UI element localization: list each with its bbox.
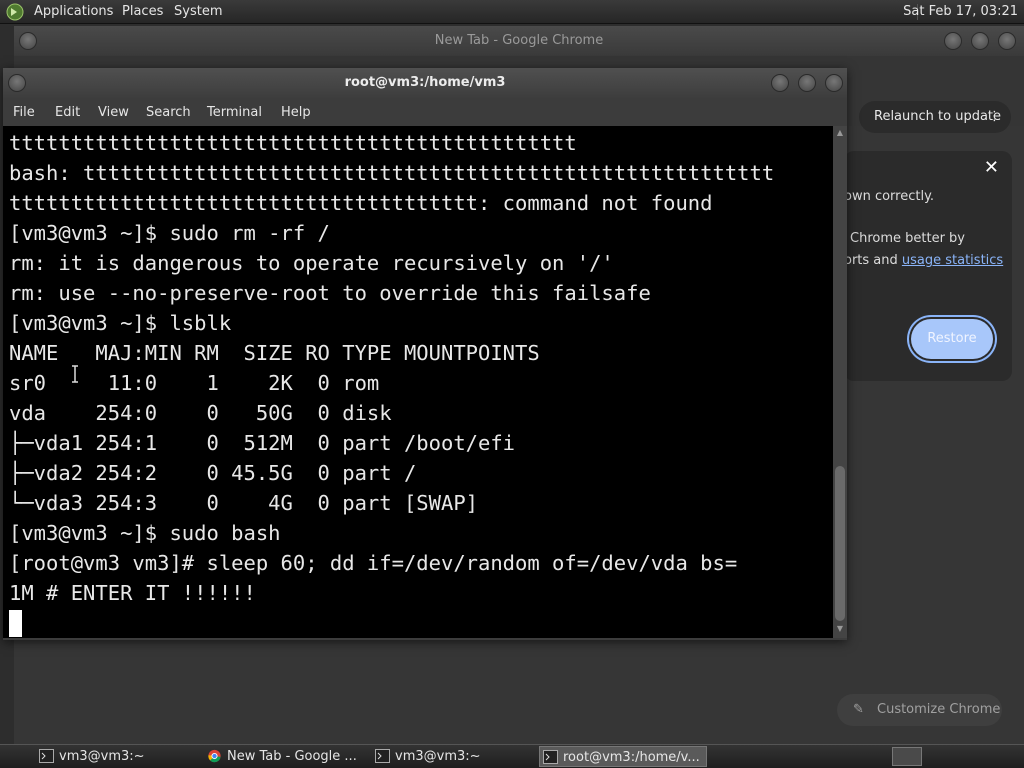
taskbar: vm3@vm3:~ New Tab - Google ... vm3@vm3:~… [0, 744, 1024, 768]
menu-system[interactable]: System [174, 4, 222, 19]
terminal-line: └─vda3 254:3 0 4G 0 part [SWAP] [9, 491, 478, 515]
menu-edit[interactable]: Edit [55, 105, 80, 120]
terminal-window: root@vm3:/home/vm3 File Edit View Search… [3, 68, 847, 640]
workspace-switcher-icon[interactable] [892, 747, 922, 766]
terminal-line: 1M # ENTER IT !!!!!! [9, 581, 256, 605]
terminal-menubar: File Edit View Search Terminal Help [3, 98, 847, 126]
top-panel: Applications Places System Sat Feb 17, 0… [0, 0, 1024, 24]
menu-applications[interactable]: Applications [34, 4, 113, 19]
terminal-window-menu-icon[interactable] [8, 74, 26, 92]
terminal-line: rm: use --no-preserve-root to override t… [9, 281, 651, 305]
terminal-line: [vm3@vm3 ~]$ lsblk [9, 311, 232, 335]
restore-button[interactable]: Restore [911, 319, 993, 359]
relaunch-to-update-button[interactable]: Relaunch to update ⋮ [859, 101, 1011, 133]
terminal-line: rm: it is dangerous to operate recursive… [9, 251, 614, 275]
popup-text-3: orts and usage statistics [844, 253, 1003, 268]
pencil-icon: ✎ [853, 702, 864, 717]
taskbar-item-label: root@vm3:/home/v... [563, 750, 700, 765]
scroll-up-arrow-icon[interactable]: ▲ [835, 128, 845, 138]
terminal-line: tttttttttttttttttttttttttttttttttttttt: … [9, 191, 713, 215]
terminal-line: bash: tttttttttttttttttttttttttttttttttt… [9, 161, 775, 185]
clock[interactable]: Sat Feb 17, 03:21 [903, 4, 1018, 19]
chrome-window-menu-icon[interactable] [19, 32, 37, 50]
chrome-icon [208, 749, 221, 763]
terminal-minimize-icon[interactable] [771, 74, 789, 92]
relaunch-label: Relaunch to update [874, 109, 1002, 124]
terminal-icon [375, 749, 390, 763]
terminal-screen[interactable]: tttttttttttttttttttttttttttttttttttttttt… [3, 126, 833, 638]
taskbar-item-label: New Tab - Google ... [227, 749, 357, 764]
chrome-minimize-icon[interactable] [944, 32, 962, 50]
terminal-line: NAME MAJ:MIN RM SIZE RO TYPE MOUNTPOINTS [9, 341, 540, 365]
taskbar-item-terminal-2[interactable]: vm3@vm3:~ [372, 746, 534, 767]
mouse-ibeam-cursor-icon [72, 365, 78, 383]
terminal-line: sr0 11:0 1 2K 0 rom [9, 371, 380, 395]
close-icon[interactable]: ✕ [984, 157, 999, 178]
terminal-line: ├─vda2 254:2 0 45.5G 0 part / [9, 461, 417, 485]
menu-search[interactable]: Search [146, 105, 191, 120]
taskbar-item-label: vm3@vm3:~ [395, 749, 481, 764]
menu-file[interactable]: File [13, 105, 35, 120]
taskbar-item-terminal-1[interactable]: vm3@vm3:~ [36, 746, 198, 767]
popup-text-2: Chrome better by [850, 231, 965, 246]
terminal-line: [vm3@vm3 ~]$ sudo bash [9, 521, 281, 545]
chrome-close-icon[interactable] [998, 32, 1016, 50]
menu-terminal[interactable]: Terminal [207, 105, 262, 120]
terminal-line: ├─vda1 254:1 0 512M 0 part /boot/efi [9, 431, 516, 455]
menu-help[interactable]: Help [281, 105, 311, 120]
usage-statistics-link[interactable]: usage statistics [902, 253, 1003, 268]
mate-logo-icon[interactable] [6, 3, 24, 21]
more-vert-icon[interactable]: ⋮ [988, 101, 1001, 133]
restore-pages-popup: ✕ own correctly. Chrome better by orts a… [844, 151, 1012, 381]
terminal-line: vda 254:0 0 50G 0 disk [9, 401, 392, 425]
terminal-line: tttttttttttttttttttttttttttttttttttttttt… [9, 131, 577, 155]
terminal-icon [543, 750, 558, 764]
taskbar-item-chrome[interactable]: New Tab - Google ... [204, 746, 366, 767]
scrollbar-thumb[interactable] [835, 466, 845, 621]
scroll-down-arrow-icon[interactable]: ▼ [835, 624, 845, 634]
text-cursor [9, 610, 22, 637]
taskbar-item-label: vm3@vm3:~ [59, 749, 145, 764]
terminal-maximize-icon[interactable] [798, 74, 816, 92]
customize-chrome-label: Customize Chrome [877, 702, 1001, 717]
terminal-close-icon[interactable] [825, 74, 843, 92]
chrome-window-title: New Tab - Google Chrome [434, 33, 604, 48]
menu-view[interactable]: View [98, 105, 129, 120]
chrome-titlebar[interactable]: New Tab - Google Chrome [14, 26, 1024, 56]
menu-places[interactable]: Places [122, 4, 163, 19]
terminal-line: [vm3@vm3 ~]$ sudo rm -rf / [9, 221, 330, 245]
taskbar-item-terminal-root[interactable]: root@vm3:/home/v... [539, 746, 707, 767]
terminal-line: [root@vm3 vm3]# sleep 60; dd if=/dev/ran… [9, 551, 738, 575]
customize-chrome-button[interactable]: ✎ Customize Chrome [837, 694, 1002, 726]
popup-text-1: own correctly. [844, 189, 935, 204]
popup-text-3-prefix: orts and [844, 253, 902, 268]
terminal-titlebar[interactable]: root@vm3:/home/vm3 [3, 68, 847, 98]
terminal-scrollbar[interactable]: ▲ ▼ [833, 126, 847, 638]
terminal-icon [39, 749, 54, 763]
terminal-window-title: root@vm3:/home/vm3 [344, 75, 506, 90]
chrome-maximize-icon[interactable] [971, 32, 989, 50]
